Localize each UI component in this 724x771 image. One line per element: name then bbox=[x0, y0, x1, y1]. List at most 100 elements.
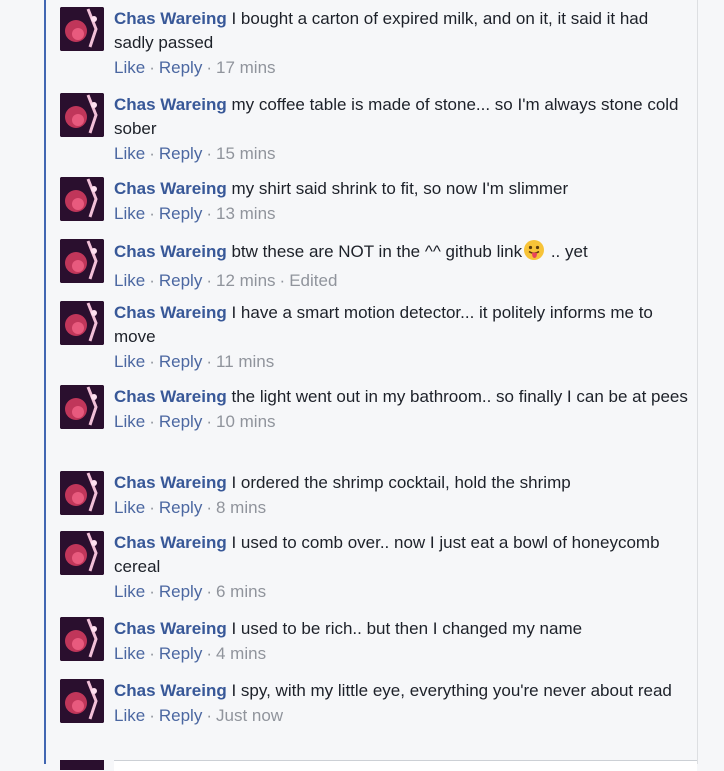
reply-link[interactable]: Reply bbox=[159, 706, 202, 725]
comment-body: Chas Wareing I used to comb over.. now I… bbox=[114, 531, 689, 603]
separator: · bbox=[206, 706, 212, 725]
comment-content: Chas Wareing I bought a carton of expire… bbox=[114, 7, 689, 55]
like-link[interactable]: Like bbox=[114, 412, 145, 431]
avatar[interactable] bbox=[60, 385, 104, 429]
avatar[interactable] bbox=[60, 617, 104, 661]
comment-content: Chas Wareing my shirt said shrink to fit… bbox=[114, 177, 689, 201]
comment-content: Chas Wareing my coffee table is made of … bbox=[114, 93, 689, 141]
comment-text: I used to be rich.. but then I changed m… bbox=[231, 619, 583, 638]
comment-content: Chas Wareing btw these are NOT in the ^^… bbox=[114, 239, 689, 268]
comment-actions: Like · Reply · 13 mins bbox=[114, 203, 689, 225]
separator: · bbox=[149, 204, 155, 223]
comment-actions: Like · Reply · Just now bbox=[114, 705, 689, 727]
thread-line bbox=[44, 0, 46, 764]
timestamp-link[interactable]: 10 mins bbox=[216, 412, 276, 431]
separator: · bbox=[206, 271, 212, 290]
comment-actions: Like · Reply · 8 mins bbox=[114, 497, 689, 519]
avatar[interactable] bbox=[60, 93, 104, 137]
reply-link[interactable]: Reply bbox=[159, 271, 202, 290]
avatar[interactable] bbox=[60, 679, 104, 723]
separator: · bbox=[149, 352, 155, 371]
separator: · bbox=[149, 271, 155, 290]
author-name-link[interactable]: Chas Wareing bbox=[114, 242, 227, 261]
author-name-link[interactable]: Chas Wareing bbox=[114, 681, 227, 700]
like-link[interactable]: Like bbox=[114, 58, 145, 77]
reply-link[interactable]: Reply bbox=[159, 498, 202, 517]
comment-text: I ordered the shrimp cocktail, hold the … bbox=[231, 473, 571, 492]
author-name-link[interactable]: Chas Wareing bbox=[114, 619, 227, 638]
comment-text: my shirt said shrink to fit, so now I'm … bbox=[231, 179, 569, 198]
timestamp-link[interactable]: Just now bbox=[216, 706, 283, 725]
avatar-photo bbox=[60, 385, 104, 429]
avatar-photo bbox=[60, 177, 104, 221]
like-link[interactable]: Like bbox=[114, 352, 145, 371]
avatar-photo bbox=[60, 301, 104, 345]
reply-link[interactable]: Reply bbox=[159, 412, 202, 431]
timestamp-link[interactable]: 4 mins bbox=[216, 644, 266, 663]
timestamp-link[interactable]: 13 mins bbox=[216, 204, 276, 223]
reply-link[interactable]: Reply bbox=[159, 352, 202, 371]
separator: · bbox=[149, 144, 155, 163]
comment-body: Chas Wareing btw these are NOT in the ^^… bbox=[114, 239, 689, 292]
comment-text: the light went out in my bathroom.. so f… bbox=[231, 387, 688, 406]
like-link[interactable]: Like bbox=[114, 582, 145, 601]
timestamp-link[interactable]: 17 mins bbox=[216, 58, 276, 77]
timestamp-link[interactable]: 6 mins bbox=[216, 582, 266, 601]
reply-link[interactable]: Reply bbox=[159, 582, 202, 601]
author-name-link[interactable]: Chas Wareing bbox=[114, 9, 227, 28]
avatar[interactable] bbox=[60, 177, 104, 221]
like-link[interactable]: Like bbox=[114, 204, 145, 223]
comment-content: Chas Wareing the light went out in my ba… bbox=[114, 385, 689, 409]
comment-actions: Like · Reply · 11 mins bbox=[114, 351, 689, 373]
comment-text: btw these are NOT in the ^^ github link bbox=[231, 242, 523, 261]
reply-link[interactable]: Reply bbox=[159, 204, 202, 223]
separator: · bbox=[206, 204, 212, 223]
author-name-link[interactable]: Chas Wareing bbox=[114, 473, 227, 492]
like-link[interactable]: Like bbox=[114, 644, 145, 663]
comment-content: Chas Wareing I spy, with my little eye, … bbox=[114, 679, 689, 703]
comment-body: Chas Wareing my coffee table is made of … bbox=[114, 93, 689, 165]
like-link[interactable]: Like bbox=[114, 144, 145, 163]
like-link[interactable]: Like bbox=[114, 498, 145, 517]
comment-body: Chas Wareing my shirt said shrink to fit… bbox=[114, 177, 689, 225]
author-name-link[interactable]: Chas Wareing bbox=[114, 303, 227, 322]
timestamp-link[interactable]: 15 mins bbox=[216, 144, 276, 163]
timestamp-link[interactable]: 12 mins bbox=[216, 271, 276, 290]
comment-content: Chas Wareing I used to be rich.. but the… bbox=[114, 617, 689, 641]
comment-text-suffix: .. yet bbox=[546, 242, 588, 261]
author-name-link[interactable]: Chas Wareing bbox=[114, 387, 227, 406]
timestamp-link[interactable]: 11 mins bbox=[216, 352, 274, 371]
comment-body: Chas Wareing I bought a carton of expire… bbox=[114, 7, 689, 79]
author-name-link[interactable]: Chas Wareing bbox=[114, 533, 227, 552]
avatar[interactable] bbox=[60, 471, 104, 515]
separator: · bbox=[206, 58, 212, 77]
avatar[interactable] bbox=[60, 301, 104, 345]
separator: · bbox=[206, 144, 212, 163]
comment-body: Chas Wareing I spy, with my little eye, … bbox=[114, 679, 689, 727]
comment-actions: Like · Reply · 6 mins bbox=[114, 581, 689, 603]
reply-link[interactable]: Reply bbox=[159, 644, 202, 663]
author-name-link[interactable]: Chas Wareing bbox=[114, 179, 227, 198]
author-name-link[interactable]: Chas Wareing bbox=[114, 95, 227, 114]
avatar[interactable] bbox=[60, 531, 104, 575]
separator: · bbox=[206, 412, 212, 431]
edited-label[interactable]: Edited bbox=[289, 271, 337, 290]
reply-link[interactable]: Reply bbox=[159, 144, 202, 163]
like-link[interactable]: Like bbox=[114, 706, 145, 725]
comment-body: Chas Wareing the light went out in my ba… bbox=[114, 385, 689, 433]
avatar[interactable] bbox=[60, 7, 104, 51]
timestamp-link[interactable]: 8 mins bbox=[216, 498, 266, 517]
write-reply-input[interactable] bbox=[114, 760, 697, 771]
separator: · bbox=[149, 58, 155, 77]
separator: · bbox=[149, 412, 155, 431]
reply-link[interactable]: Reply bbox=[159, 58, 202, 77]
separator: · bbox=[149, 498, 155, 517]
separator: · bbox=[206, 498, 212, 517]
avatar-photo bbox=[60, 617, 104, 661]
like-link[interactable]: Like bbox=[114, 271, 145, 290]
tongue-out-emoji-icon bbox=[523, 239, 545, 268]
separator: · bbox=[279, 271, 286, 290]
avatar[interactable] bbox=[60, 239, 104, 283]
separator: · bbox=[206, 644, 212, 663]
avatar-photo bbox=[60, 679, 104, 723]
